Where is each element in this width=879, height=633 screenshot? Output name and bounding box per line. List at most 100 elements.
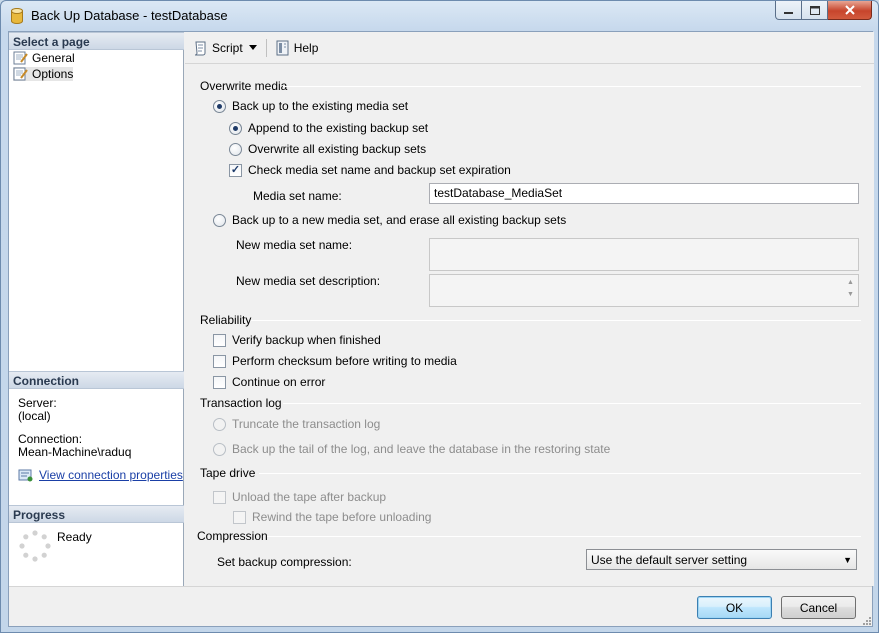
window-title: Back Up Database - testDatabase [31, 8, 228, 23]
progress-spinner-icon [19, 530, 51, 562]
cancel-button[interactable]: Cancel [781, 596, 856, 619]
backup-compression-label: Set backup compression: [217, 555, 352, 569]
check-media-name-label: Check media set name and backup set expi… [248, 163, 511, 177]
tail-log-label: Back up the tail of the log, and leave t… [232, 442, 611, 456]
continue-on-error-option[interactable]: Continue on error [213, 375, 325, 389]
minimize-icon [784, 11, 793, 14]
resize-grip-icon[interactable] [861, 615, 871, 625]
continue-on-error-checkbox[interactable] [213, 375, 226, 389]
description-scrollbar[interactable]: ▲ ▼ [845, 277, 856, 301]
close-button[interactable] [828, 1, 872, 20]
divider [251, 320, 861, 321]
page-general-label: General [32, 51, 75, 65]
reliability-label: Reliability [200, 313, 252, 327]
divider [259, 473, 861, 474]
check-media-name-checkbox[interactable]: ✓ [229, 163, 242, 177]
toolbar-separator [265, 38, 267, 57]
overwrite-all-radio[interactable] [229, 142, 242, 156]
continue-on-error-label: Continue on error [232, 375, 326, 389]
overwrite-media-label: Overwrite media [200, 79, 288, 93]
left-pane: Select a page General Options Connection [9, 32, 184, 586]
progress-status: Ready [57, 530, 92, 544]
compression-label: Compression [197, 529, 268, 543]
server-value: (local) [18, 409, 51, 423]
divider [283, 86, 861, 87]
chevron-down-icon: ▼ [843, 554, 852, 565]
media-set-name-label: Media set name: [253, 189, 342, 203]
page-general[interactable]: General [13, 51, 75, 65]
rewind-tape-checkbox[interactable] [233, 510, 246, 524]
server-label: Server: [18, 396, 57, 410]
truncate-log-radio[interactable] [213, 417, 226, 431]
dropdown-arrow-icon [248, 44, 257, 50]
tape-drive-label: Tape drive [200, 466, 256, 480]
database-icon [11, 8, 23, 24]
script-label: Script [212, 40, 243, 55]
new-media-set-name-label: New media set name: [236, 238, 353, 252]
rewind-tape-label: Rewind the tape before unloading [252, 510, 432, 524]
right-pane: Script Help Overwrite media Back up to t… [185, 32, 874, 586]
verify-backup-option[interactable]: Verify backup when finished [213, 333, 381, 347]
connection-value: Mean-Machine\raduq [18, 445, 132, 459]
verify-backup-checkbox[interactable] [213, 333, 226, 347]
help-button[interactable]: Help [275, 40, 319, 56]
existing-media-set-option[interactable]: Back up to the existing media set [213, 99, 408, 113]
help-label: Help [293, 40, 319, 55]
page-options[interactable]: Options [13, 67, 74, 81]
truncate-log-option[interactable]: Truncate the transaction log [213, 417, 380, 431]
tail-log-option[interactable]: Back up the tail of the log, and leave t… [213, 442, 610, 456]
unload-tape-checkbox[interactable] [213, 490, 226, 504]
append-radio[interactable] [229, 121, 242, 135]
dialog-body: Select a page General Options Connection [8, 31, 874, 627]
tail-log-radio[interactable] [213, 442, 226, 456]
maximize-icon [809, 5, 820, 15]
help-icon [276, 40, 289, 55]
new-media-set-label: Back up to a new media set, and erase al… [232, 213, 567, 227]
truncate-log-label: Truncate the transaction log [232, 417, 381, 431]
overwrite-all-label: Overwrite all existing backup sets [248, 142, 427, 156]
existing-media-set-label: Back up to the existing media set [232, 99, 409, 113]
unload-tape-label: Unload the tape after backup [232, 490, 387, 504]
minimize-button[interactable] [775, 1, 802, 20]
existing-media-set-radio[interactable] [213, 99, 226, 113]
maximize-button[interactable] [802, 1, 828, 20]
transaction-log-label: Transaction log [200, 396, 282, 410]
ok-button[interactable]: OK [697, 596, 772, 619]
overwrite-all-option[interactable]: Overwrite all existing backup sets [229, 142, 426, 156]
unload-tape-option[interactable]: Unload the tape after backup [213, 490, 386, 504]
checksum-label: Perform checksum before writing to media [232, 354, 457, 368]
connection-label: Connection: [18, 432, 83, 446]
script-dropdown-button[interactable] [248, 44, 258, 51]
new-media-set-name-input[interactable] [429, 238, 859, 271]
options-content: Overwrite media Back up to the existing … [185, 65, 874, 586]
check-media-name-option[interactable]: ✓ Check media set name and backup set ex… [229, 163, 511, 177]
select-page-header: Select a page [9, 32, 184, 50]
checksum-checkbox[interactable] [213, 354, 226, 368]
new-media-set-radio[interactable] [213, 213, 226, 227]
progress-header: Progress [9, 505, 184, 523]
media-set-name-input[interactable]: testDatabase_MediaSet [429, 183, 859, 204]
toolbar: Script Help [185, 32, 874, 64]
script-icon [194, 41, 206, 55]
append-label: Append to the existing backup set [248, 121, 429, 135]
title-bar[interactable]: Back Up Database - testDatabase [1, 1, 878, 31]
divider [267, 536, 861, 537]
page-wrench-icon [13, 51, 28, 65]
divider [283, 403, 861, 404]
page-wrench-icon [13, 67, 28, 81]
close-icon [844, 5, 855, 15]
page-options-label: Options [32, 67, 74, 81]
script-button[interactable]: Script [193, 40, 243, 56]
view-connection-properties[interactable]: View connection properties [18, 468, 183, 482]
checksum-option[interactable]: Perform checksum before writing to media [213, 354, 457, 368]
new-media-set-description-label: New media set description: [236, 274, 381, 288]
new-media-set-option[interactable]: Back up to a new media set, and erase al… [213, 213, 566, 227]
verify-backup-label: Verify backup when finished [232, 333, 381, 347]
backup-compression-select[interactable]: Use the default server setting ▼ [586, 549, 857, 570]
append-option[interactable]: Append to the existing backup set [229, 121, 428, 135]
new-media-set-description-input[interactable]: ▲ ▼ [429, 274, 859, 307]
rewind-tape-option[interactable]: Rewind the tape before unloading [233, 510, 431, 524]
button-bar: OK Cancel [9, 586, 872, 626]
view-connection-properties-link[interactable]: View connection properties [39, 468, 183, 482]
properties-icon [18, 469, 33, 482]
